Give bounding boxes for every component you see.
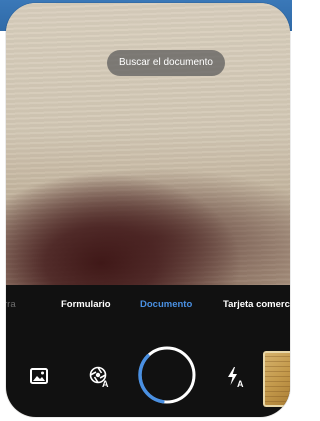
camera-controls: rra Formulario Documento Tarjeta comerc xyxy=(6,285,290,417)
svg-text:A: A xyxy=(237,379,244,388)
document-thumbnail[interactable] xyxy=(263,351,290,407)
mode-item-previous[interactable]: rra xyxy=(6,299,16,310)
phone-frame: Buscar el documento rra Formulario Docum… xyxy=(6,3,290,417)
shutter-button[interactable] xyxy=(137,345,197,405)
image-gallery-icon[interactable] xyxy=(28,365,50,387)
auto-capture-icon[interactable]: A xyxy=(88,365,112,389)
mode-item-documento[interactable]: Documento xyxy=(140,299,192,310)
capture-mode-selector[interactable]: rra Formulario Documento Tarjeta comerc xyxy=(6,295,290,317)
screen: Buscar el documento rra Formulario Docum… xyxy=(0,0,292,421)
mode-item-tarjeta-comercial[interactable]: Tarjeta comerc xyxy=(223,299,290,310)
capture-button-row: A A xyxy=(6,341,290,411)
scan-hint-toast: Buscar el documento xyxy=(107,50,225,76)
mode-item-formulario[interactable]: Formulario xyxy=(61,299,111,310)
svg-text:A: A xyxy=(102,379,109,388)
camera-viewfinder[interactable]: Buscar el documento xyxy=(6,3,290,285)
flash-auto-icon[interactable]: A xyxy=(226,365,246,389)
